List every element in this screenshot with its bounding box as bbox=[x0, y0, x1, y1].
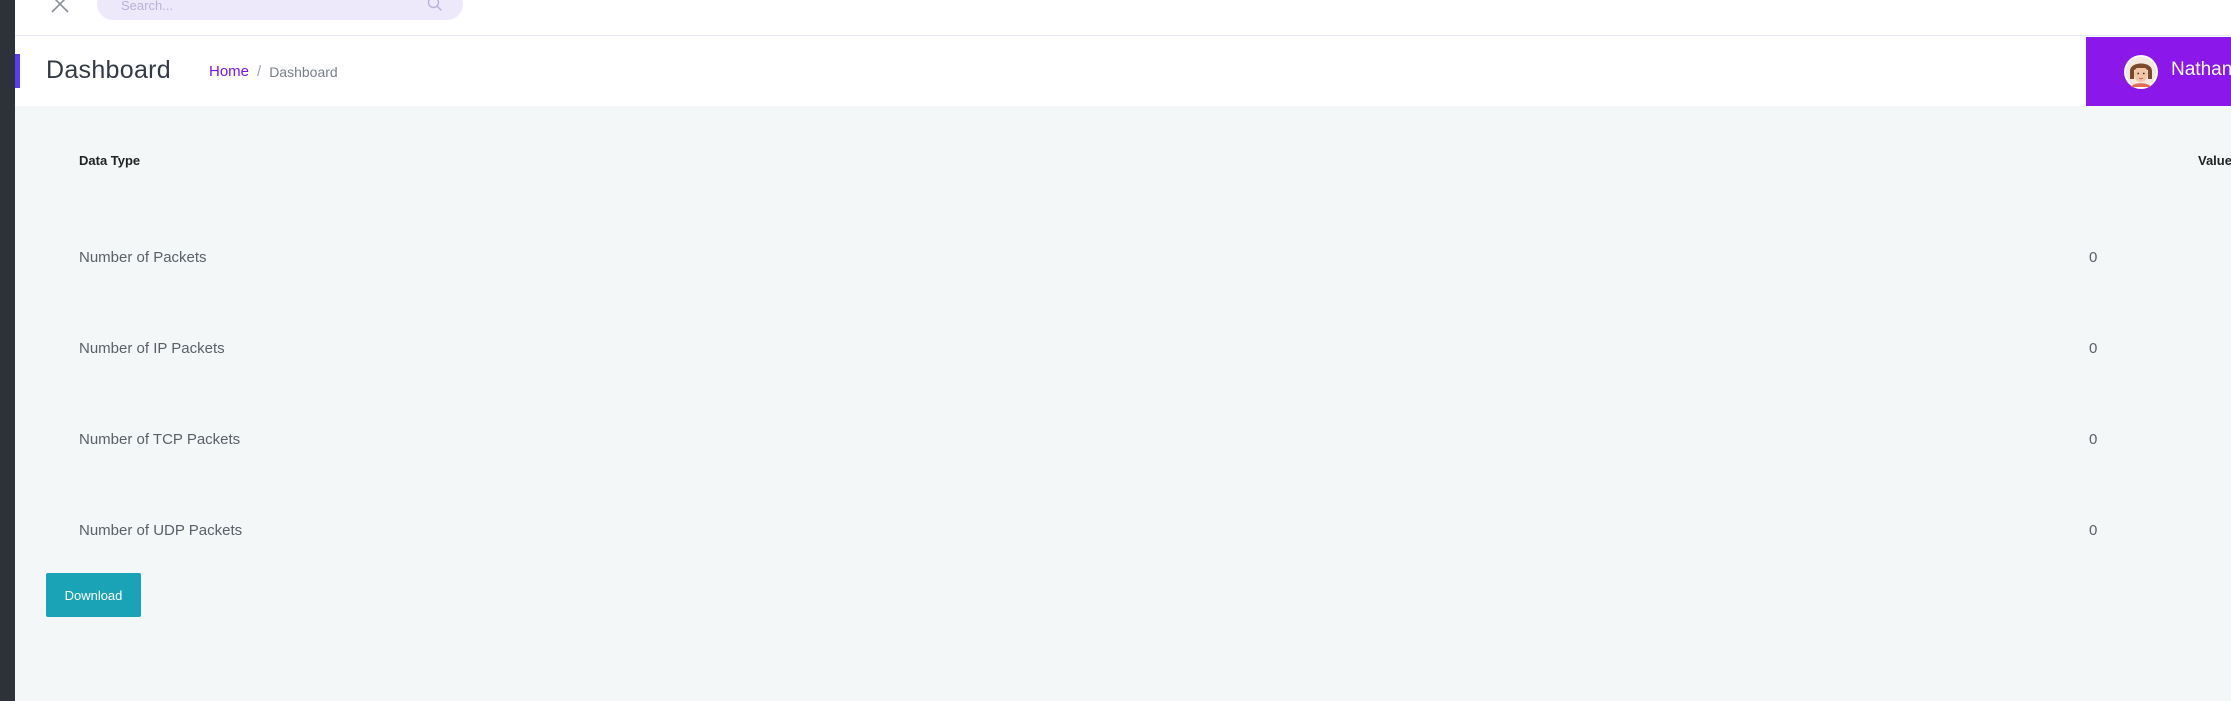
column-header-data-type: Data Type bbox=[79, 153, 141, 168]
header-accent-bar bbox=[15, 54, 20, 88]
breadcrumb-home-link[interactable]: Home bbox=[209, 63, 249, 80]
value-cell: 0 bbox=[2089, 249, 2098, 266]
breadcrumb: Home / Dashboard bbox=[209, 63, 338, 80]
value-cell: 0 bbox=[2089, 522, 2098, 539]
data-table: Data Type Value Number of Packets 0 Numb… bbox=[15, 106, 2231, 701]
data-type-cell: Number of Packets bbox=[79, 249, 207, 266]
sidebar-rail bbox=[0, 0, 15, 701]
breadcrumb-current: Dashboard bbox=[269, 63, 338, 80]
top-navbar bbox=[15, 0, 2231, 36]
download-button[interactable]: Download bbox=[46, 573, 141, 617]
search-icon[interactable] bbox=[427, 0, 443, 12]
user-name: Nathan bbox=[2171, 59, 2231, 80]
data-type-cell: Number of UDP Packets bbox=[79, 522, 243, 539]
value-cell: 0 bbox=[2089, 431, 2098, 448]
table-row: Number of IP Packets 0 bbox=[15, 340, 2231, 370]
table-row: Number of UDP Packets 0 bbox=[15, 522, 2231, 552]
search-box bbox=[97, 0, 463, 22]
page-header: Dashboard Home / Dashboard bbox=[15, 36, 2231, 106]
close-icon[interactable] bbox=[47, 0, 73, 17]
data-type-cell: Number of IP Packets bbox=[79, 340, 225, 357]
data-type-cell: Number of TCP Packets bbox=[79, 431, 241, 448]
value-cell: 0 bbox=[2089, 340, 2098, 357]
search-input[interactable] bbox=[119, 0, 423, 22]
breadcrumb-separator: / bbox=[257, 63, 262, 80]
table-row: Number of Packets 0 bbox=[15, 249, 2231, 279]
user-menu-button[interactable]: Nathan bbox=[2086, 37, 2231, 106]
avatar bbox=[2123, 54, 2159, 90]
page-title: Dashboard bbox=[46, 56, 172, 84]
column-header-value: Value bbox=[2198, 153, 2231, 168]
table-row: Number of TCP Packets 0 bbox=[15, 431, 2231, 461]
